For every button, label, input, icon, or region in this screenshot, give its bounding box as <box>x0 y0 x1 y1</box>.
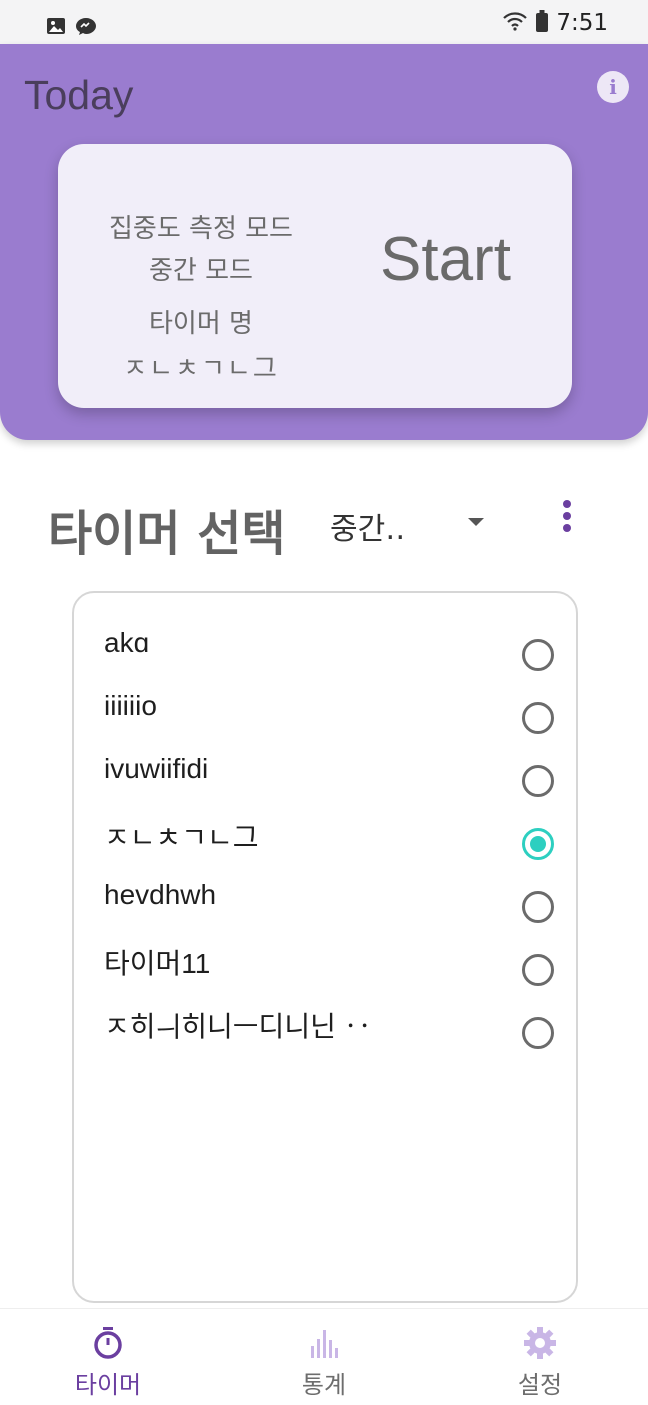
timer-item-label: ivuwiifidi <box>104 753 209 784</box>
timer-list-item[interactable]: akɑ <box>74 609 576 671</box>
status-time: 7:51 <box>556 10 608 36</box>
nav-label-timer: 타이머 <box>74 1371 142 1399</box>
radio-button[interactable] <box>522 1017 554 1049</box>
timer-item-label: 타이머11 <box>104 948 211 979</box>
timer-select-title: 타이머 선택 <box>48 506 286 562</box>
battery-icon <box>536 10 549 36</box>
radio-button[interactable] <box>522 702 554 734</box>
messenger-icon <box>74 16 98 40</box>
timer-list-item[interactable]: iiiiiio <box>74 672 576 734</box>
mode-line-2: 중간 모드 <box>149 256 253 286</box>
radio-button[interactable] <box>522 954 554 986</box>
start-button[interactable]: Start <box>380 224 511 295</box>
start-card[interactable]: 집중도 측정 모드 중간 모드 타이머 명 ㅈㄴㅊㄱㄴ그 Start <box>58 144 572 408</box>
radio-button[interactable] <box>522 639 554 671</box>
mode-line-1: 집중도 측정 모드 <box>109 214 293 244</box>
timer-list-item[interactable]: ivuwiifidi <box>74 735 576 797</box>
nav-tab-settings[interactable]: 설정 <box>480 1325 600 1400</box>
timer-list-item[interactable]: 타이머11 <box>74 924 576 986</box>
timer-item-label: ㅈ히ㅢ히니ㅡ디니닌 ‥ <box>104 1011 372 1042</box>
timer-item-label: hevdhwh <box>104 879 217 910</box>
info-icon[interactable]: i <box>597 71 629 103</box>
caret-down-icon <box>468 518 484 526</box>
bottom-nav: 타이머 통계 설정 <box>0 1308 648 1405</box>
page-title: Today <box>24 72 134 118</box>
image-icon <box>46 16 66 40</box>
timer-item-label: iiiiiio <box>104 690 157 721</box>
nav-tab-stats[interactable]: 통계 <box>264 1325 384 1400</box>
mode-info: 집중도 측정 모드 중간 모드 <box>58 208 344 292</box>
status-right: 7:51 <box>502 10 608 36</box>
nav-label-settings: 설정 <box>517 1371 563 1399</box>
nav-label-stats: 통계 <box>301 1371 347 1399</box>
wifi-icon <box>502 11 528 35</box>
timer-list: akɑ iiiiiio ivuwiifidi ㅈㄴㅊㄱㄴ그 hevdhwh 타이… <box>72 591 578 1303</box>
nav-tab-timer[interactable]: 타이머 <box>48 1325 168 1400</box>
timer-list-item[interactable]: ㅈㄴㅊㄱㄴ그 <box>74 798 576 860</box>
dropdown-value: 중간‥ <box>330 512 406 547</box>
timer-item-label: ㅈㄴㅊㄱㄴ그 <box>104 822 259 853</box>
radio-button[interactable] <box>522 891 554 923</box>
timer-list-item[interactable]: hevdhwh <box>74 861 576 923</box>
settings-icon <box>480 1325 600 1361</box>
mode-dropdown[interactable]: 중간‥ <box>330 500 490 547</box>
today-header: Today i 집중도 측정 모드 중간 모드 타이머 명 ㅈㄴㅊㄱㄴ그 Sta… <box>0 44 648 440</box>
timer-list-item[interactable]: ㅈ히ㅢ히니ㅡ디니닌 ‥ <box>74 987 576 1049</box>
stats-icon <box>264 1325 384 1361</box>
timer-icon <box>48 1325 168 1361</box>
radio-button-selected[interactable] <box>522 828 554 860</box>
more-vert-icon[interactable] <box>556 496 578 536</box>
timer-item-label: akɑ <box>104 627 150 658</box>
status-bar: 7:51 <box>0 0 648 44</box>
current-timer-name: ㅈㄴㅊㄱㄴ그 <box>123 354 279 384</box>
timer-name-label: 타이머 명 <box>149 309 253 339</box>
radio-button[interactable] <box>522 765 554 797</box>
status-left-icons <box>46 16 98 40</box>
